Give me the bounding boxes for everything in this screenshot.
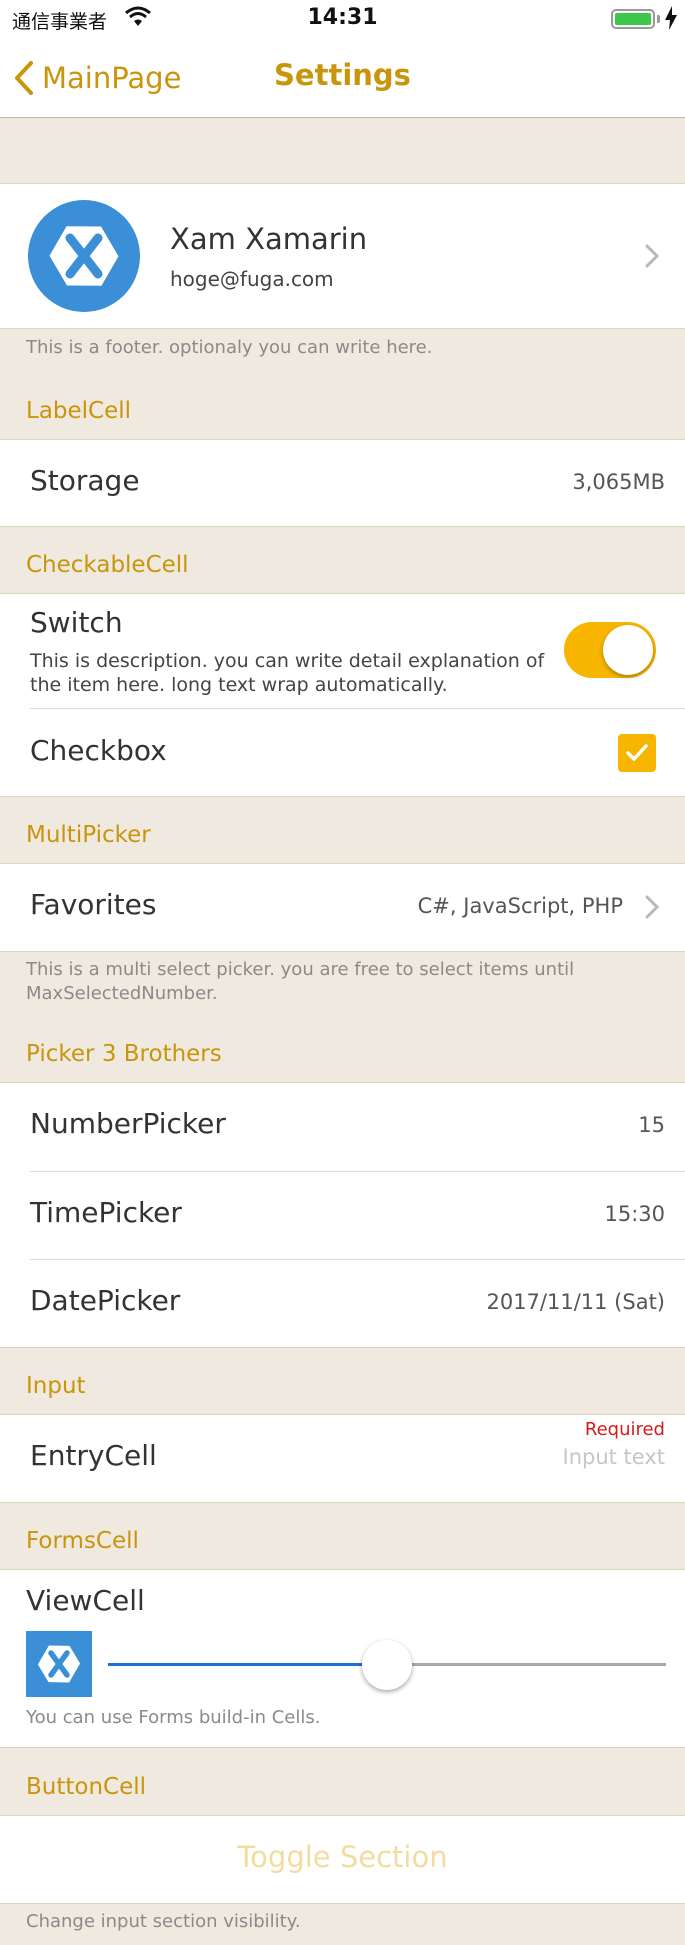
checkable-group: Switch This is description. you can writ… (0, 593, 685, 797)
number-picker-title: NumberPicker (30, 1107, 226, 1140)
section-header-checkablecell: CheckableCell (26, 552, 189, 578)
checkbox-title: Checkbox (30, 734, 167, 767)
profile-name: Xam Xamarin (170, 222, 368, 256)
switch-description: This is description. you can write detai… (30, 650, 545, 696)
time-picker-title: TimePicker (30, 1196, 182, 1229)
date-picker-value: 2017/11/11 (Sat) (486, 1290, 665, 1314)
charging-icon (665, 6, 677, 30)
entry-cell: EntryCell Required (0, 1414, 685, 1503)
switch-toggle[interactable] (564, 622, 656, 678)
status-bar: 通信事業者 14:31 (0, 0, 685, 40)
button-cell-group: Toggle Section (0, 1815, 685, 1904)
navigation-bar: MainPage Settings (0, 40, 685, 118)
entry-input[interactable] (365, 1445, 665, 1469)
profile-footer: This is a footer. optionaly you can writ… (26, 337, 433, 358)
viewcell: ViewCell You can use Forms build-in Cell… (0, 1569, 685, 1748)
switch-title: Switch (30, 606, 123, 639)
date-picker-title: DatePicker (30, 1284, 181, 1317)
storage-title: Storage (30, 464, 140, 497)
section-header-buttoncell: ButtonCell (26, 1774, 147, 1800)
number-picker-row[interactable]: NumberPicker 15 (0, 1083, 685, 1170)
profile-email: hoge@fuga.com (170, 267, 334, 291)
chevron-right-icon (645, 244, 659, 268)
date-picker-row[interactable]: DatePicker 2017/11/11 (Sat) (0, 1260, 685, 1347)
buttoncell-footer: Change input section visibility. (26, 1911, 301, 1932)
favorites-cell[interactable]: Favorites C#, JavaScript, PHP (0, 863, 685, 952)
section-header-pickers: Picker 3 Brothers (26, 1041, 222, 1067)
favorites-value: C#, JavaScript, PHP (417, 894, 623, 918)
storage-value: 3,065MB (572, 470, 665, 494)
number-picker-value: 15 (638, 1113, 665, 1137)
checkbox-row: Checkbox (0, 709, 685, 796)
section-header-multipicker: MultiPicker (26, 822, 151, 848)
viewcell-title: ViewCell (26, 1584, 145, 1617)
required-label: Required (584, 1419, 665, 1440)
section-header-labelcell: LabelCell (26, 398, 132, 424)
section-header-input: Input (26, 1373, 86, 1399)
viewcell-caption: You can use Forms build-in Cells. (26, 1707, 321, 1728)
switch-row: Switch This is description. you can writ… (0, 594, 685, 708)
toggle-section-button[interactable]: Toggle Section (0, 1840, 685, 1874)
slider-track-filled (108, 1663, 387, 1666)
checkmark-icon (626, 744, 648, 761)
xamarin-logo-icon (26, 1631, 92, 1697)
slider-thumb[interactable] (362, 1640, 412, 1690)
storage-cell: Storage 3,065MB (0, 439, 685, 527)
entry-title: EntryCell (30, 1439, 157, 1472)
clock: 14:31 (307, 5, 378, 30)
slider-track-empty (387, 1663, 666, 1666)
battery-tip (657, 15, 660, 23)
chevron-right-icon (645, 895, 659, 919)
profile-cell[interactable]: Xam Xamarin hoge@fuga.com (0, 183, 685, 329)
picker-group: NumberPicker 15 TimePicker 15:30 DatePic… (0, 1082, 685, 1348)
multipicker-footer: This is a multi select picker. you are f… (26, 959, 575, 1004)
time-picker-row[interactable]: TimePicker 15:30 (0, 1172, 685, 1259)
battery-icon (611, 9, 655, 29)
checkbox[interactable] (618, 734, 656, 772)
xamarin-logo-avatar (28, 200, 140, 312)
toggle-knob (603, 625, 653, 675)
time-picker-value: 15:30 (604, 1202, 665, 1226)
favorites-title: Favorites (30, 888, 157, 921)
section-header-formscell: FormsCell (26, 1528, 139, 1554)
page-title: Settings (274, 58, 411, 92)
